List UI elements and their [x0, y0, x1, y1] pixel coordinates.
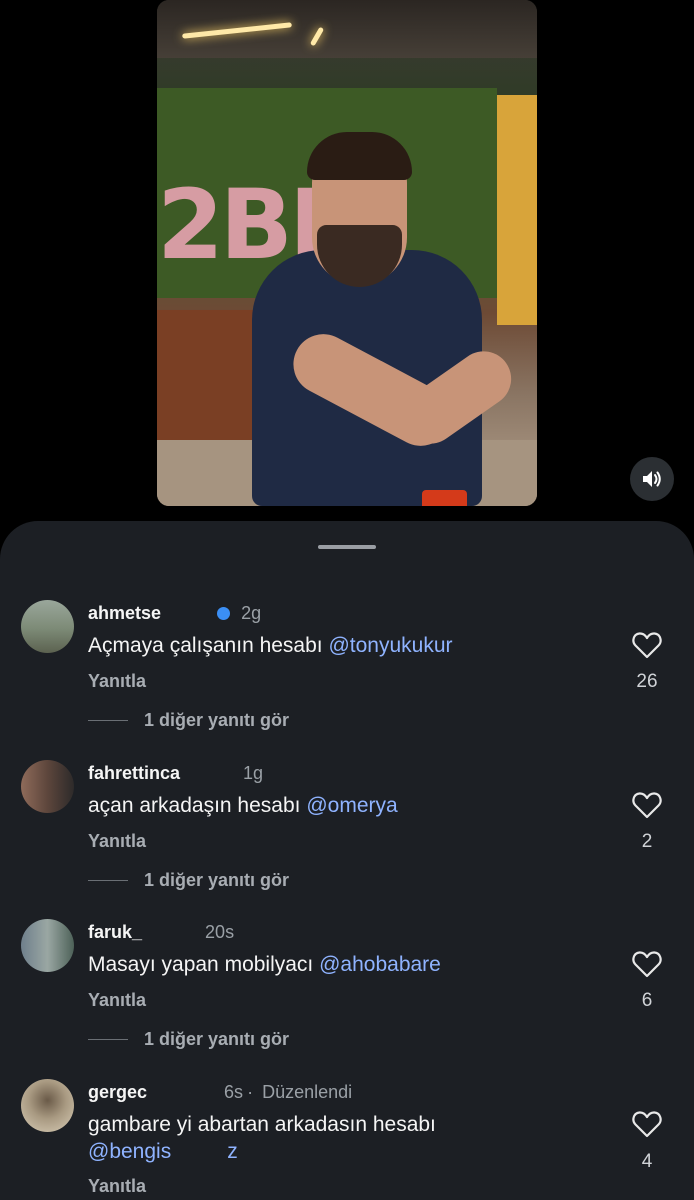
mention-link[interactable]: @bengis	[88, 1140, 171, 1163]
comment-username[interactable]: faruk_ 20s	[88, 922, 234, 943]
thread-line	[88, 1039, 128, 1040]
comment-time: 6s	[224, 1082, 244, 1102]
avatar[interactable]	[21, 919, 74, 972]
view-more-replies[interactable]: 1 diğer yanıtı gör	[88, 1029, 289, 1050]
view-more-replies[interactable]: 1 diğer yanıtı gör	[88, 710, 289, 731]
mention-link[interactable]: @ahobabare	[319, 953, 441, 976]
edited-label: Düzenlendi	[262, 1082, 353, 1102]
reply-button[interactable]: Yanıtla	[88, 1176, 146, 1197]
avatar[interactable]	[21, 1079, 74, 1132]
drag-handle[interactable]	[318, 545, 376, 549]
thread-line	[88, 880, 128, 881]
comment-text: gambare yi abartan arkadasın hesabı	[88, 1113, 436, 1136]
avatar[interactable]	[21, 600, 74, 653]
speaker-icon	[643, 471, 661, 487]
comments-sheet: ahmetse 2g Açmaya çalışanın hesabı @tony…	[0, 521, 694, 1200]
heart-icon[interactable]	[632, 631, 662, 659]
reply-button[interactable]: Yanıtla	[88, 671, 146, 692]
reply-button[interactable]: Yanıtla	[88, 831, 146, 852]
comment-text: Masayı yapan mobilyacı @ahobabare	[88, 953, 441, 976]
like-count: 4	[641, 1151, 653, 1172]
sound-button[interactable]	[630, 457, 674, 501]
reply-button[interactable]: Yanıtla	[88, 990, 146, 1011]
comment-username[interactable]: gergec 6s · Düzenlendi	[88, 1082, 352, 1103]
like-count: 26	[636, 671, 658, 692]
comment-time: 1g	[243, 763, 264, 783]
comment-username[interactable]: fahrettinca 1g	[88, 763, 263, 784]
verified-badge-icon	[217, 607, 231, 620]
like-count: 2	[641, 831, 653, 852]
thread-line	[88, 720, 128, 721]
video-player[interactable]: 2BI	[157, 0, 537, 506]
avatar[interactable]	[21, 760, 74, 813]
comment-time: 20s	[205, 922, 235, 942]
comment-text-line2: @bengis z	[88, 1140, 238, 1163]
wall-poster	[497, 95, 537, 325]
comment-time: 2g	[241, 603, 262, 623]
heart-icon[interactable]	[632, 791, 662, 819]
like-count: 6	[641, 990, 653, 1011]
view-more-replies[interactable]: 1 diğer yanıtı gör	[88, 870, 289, 891]
awning	[157, 0, 537, 58]
heart-icon[interactable]	[632, 950, 662, 978]
heart-icon[interactable]	[632, 1110, 662, 1138]
comment-username[interactable]: ahmetse 2g	[88, 603, 261, 624]
comment-text: açan arkadaşın hesabı @omerya	[88, 794, 398, 817]
mention-link[interactable]: @tonyukukur	[328, 634, 452, 657]
comment-text: Açmaya çalışanın hesabı @tonyukukur	[88, 634, 453, 657]
mention-link[interactable]: @omerya	[306, 794, 397, 817]
bottle	[422, 490, 467, 506]
